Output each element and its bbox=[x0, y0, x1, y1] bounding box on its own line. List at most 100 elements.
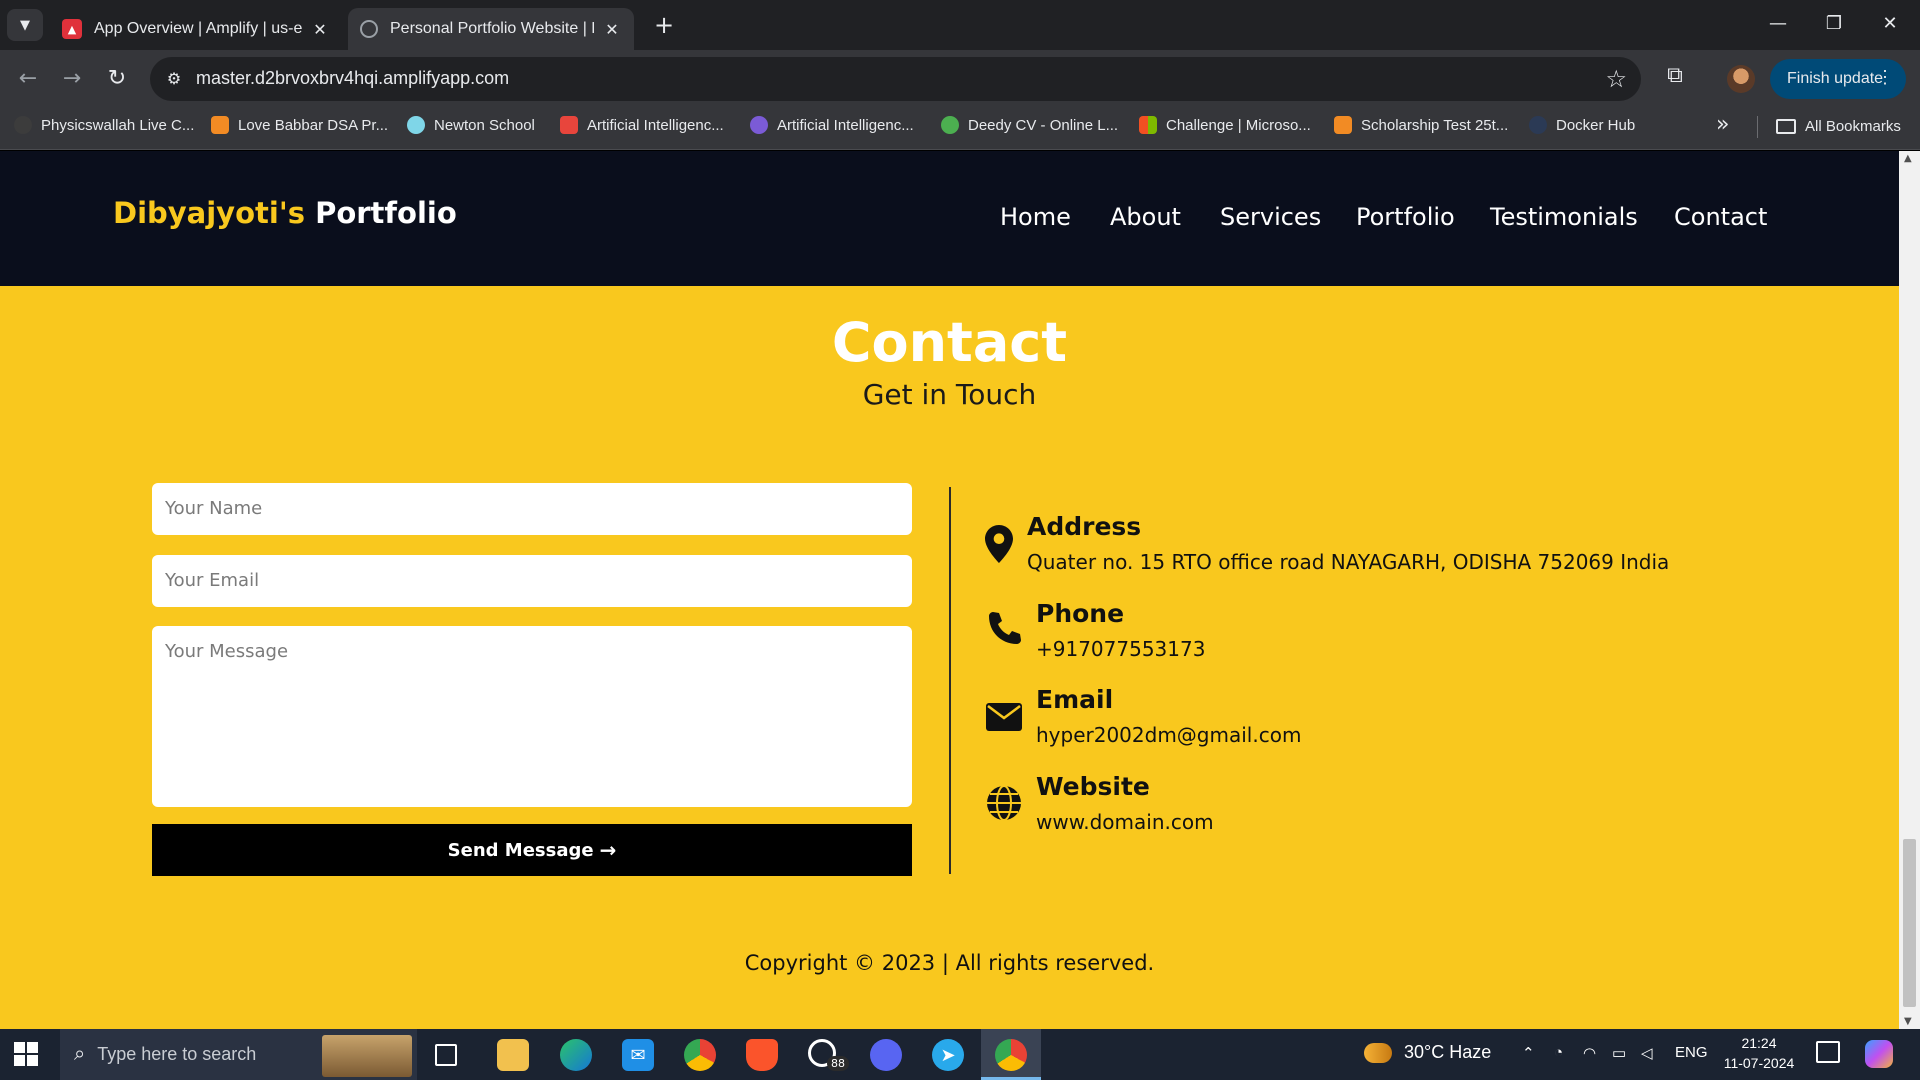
new-tab-button[interactable]: + bbox=[650, 10, 678, 40]
bookmark-item[interactable]: Artificial Intelligenc... bbox=[750, 116, 914, 134]
all-bookmarks-button[interactable]: All Bookmarks bbox=[1776, 118, 1901, 135]
mail-icon[interactable]: ✉ bbox=[622, 1039, 654, 1071]
bookmark-favicon-icon bbox=[560, 116, 578, 134]
bookmark-favicon-icon bbox=[1529, 116, 1547, 134]
bookmark-star-icon[interactable]: ☆ bbox=[1605, 65, 1627, 93]
url-text[interactable]: master.d2brvoxbrv4hqi.amplifyapp.com bbox=[196, 68, 509, 89]
file-explorer-icon[interactable] bbox=[497, 1039, 529, 1071]
close-icon[interactable]: ✕ bbox=[310, 20, 330, 39]
bookmark-item[interactable]: Docker Hub bbox=[1529, 116, 1635, 134]
minimize-button[interactable]: — bbox=[1750, 0, 1806, 50]
notification-icon[interactable] bbox=[1816, 1041, 1840, 1063]
finish-update-button[interactable]: Finish update ⋮ bbox=[1770, 59, 1906, 99]
bookmark-favicon-icon bbox=[14, 116, 32, 134]
nav-services[interactable]: Services bbox=[1220, 203, 1321, 231]
browser-tab-bar: ▼ ▲ App Overview | Amplify | us-east-1 ✕… bbox=[0, 0, 1920, 50]
contact-divider bbox=[949, 487, 951, 874]
nav-portfolio[interactable]: Portfolio bbox=[1356, 203, 1455, 231]
more-bookmarks-icon[interactable]: » bbox=[1716, 112, 1729, 137]
network-icon[interactable]: ◔ bbox=[1554, 1044, 1563, 1061]
email-value: hyper2002dm@gmail.com bbox=[1036, 723, 1302, 747]
nav-about[interactable]: About bbox=[1110, 203, 1181, 231]
scroll-up-icon[interactable]: ▲ bbox=[1904, 153, 1912, 164]
address-bar[interactable]: ⚙ master.d2brvoxbrv4hqi.amplifyapp.com ☆ bbox=[150, 57, 1641, 101]
back-icon[interactable]: ← bbox=[12, 63, 44, 95]
address-value: Quater no. 15 RTO office road NAYAGARH, … bbox=[1027, 550, 1670, 574]
bookmark-item[interactable]: Deedy CV - Online L... bbox=[941, 116, 1118, 134]
edge-icon[interactable] bbox=[560, 1039, 592, 1071]
battery-icon[interactable]: ▭ bbox=[1612, 1044, 1626, 1062]
finish-update-label: Finish update bbox=[1787, 70, 1884, 87]
weather-icon bbox=[1364, 1042, 1392, 1063]
send-message-label: Send Message bbox=[447, 839, 594, 861]
chrome-profile-icon[interactable] bbox=[995, 1039, 1027, 1071]
task-view-icon[interactable] bbox=[435, 1044, 457, 1066]
bookmark-item[interactable]: Love Babbar DSA Pr... bbox=[211, 116, 388, 134]
more-menu-icon[interactable]: ⋮ bbox=[1876, 67, 1894, 88]
bookmark-label: Artificial Intelligenc... bbox=[777, 116, 914, 134]
website-value[interactable]: www.domain.com bbox=[1036, 810, 1214, 834]
discord-icon[interactable] bbox=[870, 1039, 902, 1071]
nav-contact[interactable]: Contact bbox=[1674, 203, 1767, 231]
name-field[interactable]: Your Name bbox=[152, 483, 912, 535]
brave-icon[interactable] bbox=[746, 1039, 778, 1071]
logo-first: Dibyajyoti's bbox=[113, 196, 305, 230]
bookmark-item[interactable]: Newton School bbox=[407, 116, 535, 134]
copilot-icon[interactable] bbox=[1865, 1040, 1893, 1068]
bookmark-label: Scholarship Test 25t... bbox=[1361, 116, 1509, 134]
nav-home[interactable]: Home bbox=[1000, 203, 1071, 231]
nav-testimonials[interactable]: Testimonials bbox=[1490, 203, 1638, 231]
bookmark-label: Challenge | Microso... bbox=[1166, 116, 1311, 134]
chrome-icon[interactable] bbox=[684, 1039, 716, 1071]
copyright-text: Copyright © 2023 | All rights reserved. bbox=[744, 951, 1155, 975]
website-label: Website bbox=[1036, 772, 1150, 801]
folder-icon bbox=[1776, 119, 1796, 134]
bookmark-label: Deedy CV - Online L... bbox=[968, 116, 1119, 134]
chevron-down-icon: ▼ bbox=[20, 17, 30, 33]
bookmark-item[interactable]: Physicswallah Live C... bbox=[14, 116, 194, 134]
windows-start-icon[interactable] bbox=[14, 1042, 38, 1066]
bookmarks-divider bbox=[1757, 116, 1758, 138]
send-message-button[interactable]: Send Message → bbox=[152, 824, 912, 876]
taskbar-clock[interactable]: 21:24 11-07-2024 bbox=[1715, 1033, 1803, 1073]
chevron-up-icon[interactable]: ⌃ bbox=[1522, 1044, 1535, 1062]
wifi-icon[interactable]: ◠ bbox=[1583, 1044, 1596, 1062]
phone-label: Phone bbox=[1036, 599, 1125, 628]
bookmark-item[interactable]: Challenge | Microso... bbox=[1139, 116, 1311, 134]
page-scrollbar[interactable]: ▲ ▼ bbox=[1899, 151, 1920, 1029]
volume-icon[interactable]: ◁ bbox=[1641, 1044, 1653, 1062]
scroll-down-icon[interactable]: ▼ bbox=[1904, 1016, 1912, 1027]
tab-search-button[interactable]: ▼ bbox=[7, 9, 43, 41]
forward-icon[interactable]: → bbox=[56, 63, 88, 95]
bookmark-favicon-icon bbox=[941, 116, 959, 134]
extensions-icon[interactable]: ⧉ bbox=[1660, 63, 1690, 93]
tab-amplify-overview[interactable]: ▲ App Overview | Amplify | us-east-1 ✕ bbox=[50, 8, 342, 50]
email-label: Email bbox=[1036, 685, 1114, 714]
weather-widget[interactable]: 30°C Haze bbox=[1364, 1042, 1491, 1063]
bookmark-label: Artificial Intelligenc... bbox=[587, 116, 724, 134]
email-field[interactable]: Your Email bbox=[152, 555, 912, 607]
whatsapp-badge: 88 bbox=[827, 1056, 849, 1071]
close-window-button[interactable]: ✕ bbox=[1862, 0, 1918, 50]
scroll-thumb[interactable] bbox=[1903, 839, 1916, 1007]
phone-value: +917077553173 bbox=[1036, 637, 1206, 661]
restore-button[interactable]: ❐ bbox=[1806, 0, 1862, 50]
bookmark-favicon-icon bbox=[211, 116, 229, 134]
telegram-icon[interactable]: ➤ bbox=[932, 1039, 964, 1071]
site-header: Dibyajyoti's Portfolio Home About Servic… bbox=[0, 151, 1899, 286]
site-info-icon[interactable]: ⚙ bbox=[162, 67, 186, 91]
reload-icon[interactable]: ↻ bbox=[101, 63, 133, 95]
bookmark-favicon-icon bbox=[1139, 116, 1157, 134]
all-bookmarks-label: All Bookmarks bbox=[1805, 118, 1901, 135]
bookmark-item[interactable]: Artificial Intelligenc... bbox=[560, 116, 724, 134]
tab-portfolio[interactable]: Personal Portfolio Website | Dib ✕ bbox=[348, 8, 634, 50]
arrow-right-icon: → bbox=[599, 838, 617, 862]
avatar[interactable] bbox=[1727, 65, 1755, 93]
language-indicator[interactable]: ENG bbox=[1675, 1044, 1708, 1061]
close-icon[interactable]: ✕ bbox=[602, 20, 622, 39]
message-field[interactable]: Your Message bbox=[152, 626, 912, 807]
logo-second: Portfolio bbox=[315, 196, 457, 230]
site-logo[interactable]: Dibyajyoti's Portfolio bbox=[113, 196, 457, 230]
globe-icon bbox=[986, 785, 1022, 829]
bookmark-item[interactable]: Scholarship Test 25t... bbox=[1334, 116, 1508, 134]
